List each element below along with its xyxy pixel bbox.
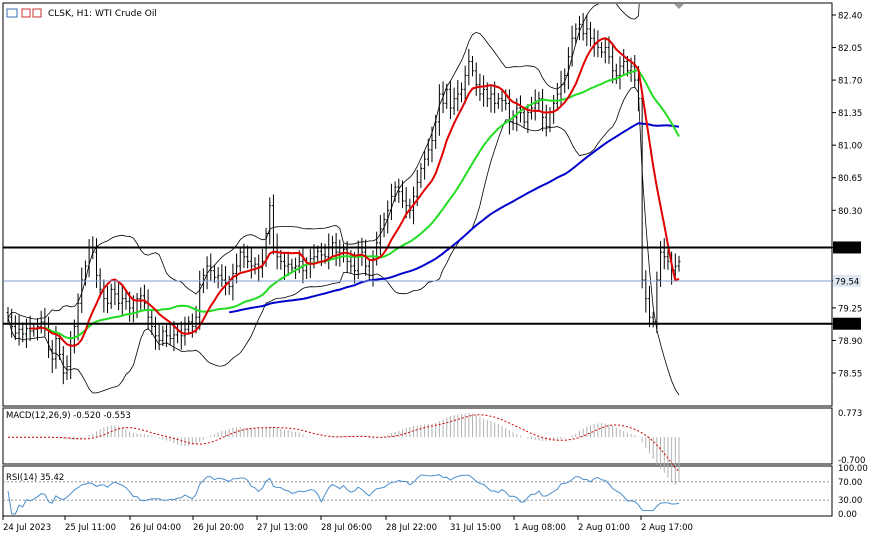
grid-icon[interactable]: [6, 8, 18, 18]
x-tick-label: 26 Jul 20:00: [193, 523, 244, 533]
macd-y-tick-label: 0.773: [838, 409, 862, 419]
x-tick-label: 27 Jul 13:00: [257, 523, 308, 533]
chart-root: 82.40 82.05 81.70 81.35 81.00 80.65 80.30 79.90…: [0, 0, 874, 538]
y-tick-label: 81.00: [838, 142, 862, 152]
y-tick-label: 80.65: [838, 174, 862, 184]
x-tick-label: 28 Jul 06:00: [321, 523, 372, 533]
rsi-panel-frame: [2, 465, 833, 517]
x-tick-label: 31 Jul 15:00: [450, 523, 501, 533]
y-tick-label: 82.40: [838, 12, 862, 22]
y-tick-label: 82.05: [838, 44, 862, 54]
y-tick-label: 79.90: [835, 244, 859, 254]
macd-signal-line: [8, 414, 680, 472]
ma-fast-line: [30, 37, 680, 347]
x-tick-label: 26 Jul 04:00: [130, 523, 181, 533]
rsi-y-tick-label: 100.00: [838, 464, 868, 474]
y-tick-label: 78.55: [838, 370, 862, 380]
x-tick-label: 2 Aug 17:00: [641, 523, 693, 533]
ma-mid-line: [44, 69, 680, 340]
y-tick-label: 80.30: [838, 207, 862, 217]
rsi-line: [7, 474, 680, 515]
y-tick-label: 79.25: [838, 304, 862, 314]
y-tick-label: 78.90: [838, 337, 862, 347]
x-tick-label: 28 Jul 22:00: [386, 523, 437, 533]
y-tick-label: 81.35: [838, 109, 862, 119]
chart-title: CLSK, H1: WTI Crude Oil: [48, 9, 157, 19]
chart-icon[interactable]: [21, 8, 31, 18]
y-tick-label: 79.54: [835, 277, 859, 287]
rsi-label: RSI(14) 35.42: [6, 473, 64, 483]
x-tick-label: 1 Aug 08:00: [514, 523, 566, 533]
bollinger-upper-line: [7, 4, 640, 320]
rsi-y-tick-label: 30.00: [838, 496, 862, 506]
rsi-y-tick-label: 70.00: [838, 478, 862, 488]
macd-label: MACD(12,26,9) -0.520 -0.553: [6, 411, 131, 421]
x-tick-label: 25 Jul 11:00: [65, 523, 116, 533]
ma-slow-line: [229, 122, 680, 314]
bollinger-lower-line: [7, 86, 680, 396]
x-tick-label: 2 Aug 01:00: [578, 523, 630, 533]
x-tick-label: 24 Jul 2023: [3, 523, 51, 533]
shift-triangle-icon: [674, 4, 684, 9]
y-tick-label: 81.70: [838, 77, 862, 87]
y-tick-label: 79.08: [835, 320, 859, 330]
rsi-y-tick-label: 0.00: [838, 510, 857, 520]
chart-icon[interactable]: [32, 8, 42, 18]
chart-svg[interactable]: 82.40 82.05 81.70 81.35 81.00 80.65 80.30 79.90…: [0, 0, 874, 538]
